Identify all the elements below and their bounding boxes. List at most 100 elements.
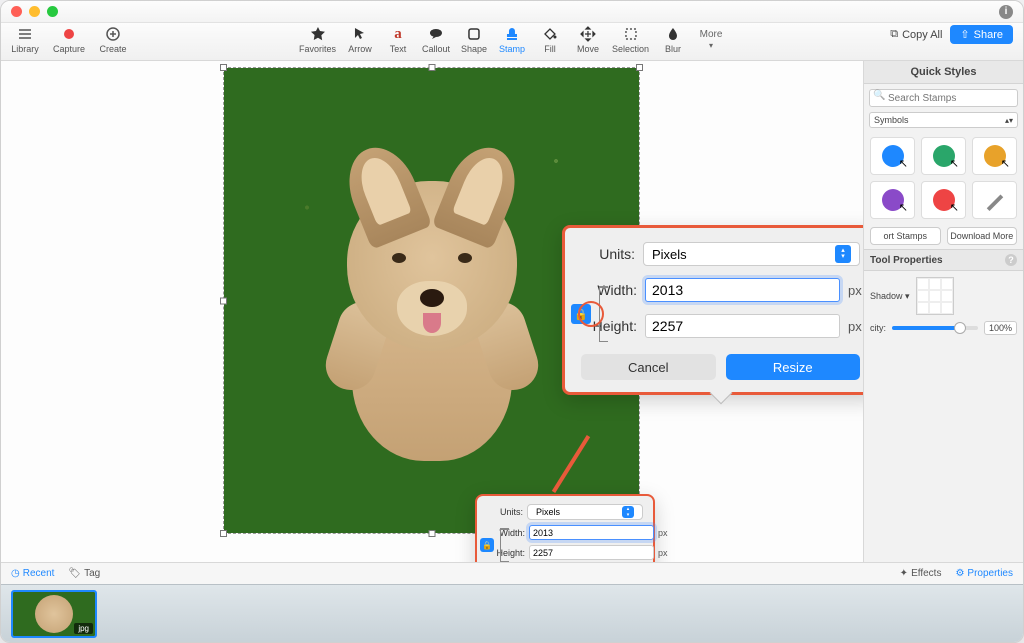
annotation-circle <box>578 301 604 327</box>
shadow-label: Shadow ▾ <box>870 291 910 302</box>
clock-icon: ◷ <box>11 568 20 579</box>
copy-all-button[interactable]: ⧉ Copy All <box>890 28 942 41</box>
tool-properties-header: Tool Properties <box>870 255 943 266</box>
resize-handle[interactable] <box>428 64 435 71</box>
selection-icon <box>622 25 640 43</box>
minimize-window-button[interactable] <box>29 6 40 17</box>
arrow-tool[interactable]: Arrow <box>346 25 374 54</box>
chevron-down-icon: ▾ <box>709 41 713 50</box>
width-input[interactable] <box>645 278 840 302</box>
stamp-label: Stamp <box>499 44 525 54</box>
titlebar: i <box>1 1 1023 23</box>
image-tray: jpg <box>1 584 1023 642</box>
stamp-preset[interactable] <box>972 181 1017 219</box>
fill-tool[interactable]: Fill <box>536 25 564 54</box>
file-extension-badge: jpg <box>74 623 93 634</box>
height-input[interactable] <box>645 314 840 338</box>
opacity-value[interactable]: 100% <box>984 321 1017 335</box>
opacity-slider[interactable] <box>892 326 978 330</box>
dropdown-chevron-icon: ▴▾ <box>622 506 634 518</box>
fill-label: Fill <box>544 44 556 54</box>
resize-popover-zoomed: Units: Pixels ▴▾ 🔒 Width: <box>562 225 863 395</box>
arrow-label: Arrow <box>348 44 372 54</box>
effects-label: Effects <box>911 568 941 579</box>
selection-tool[interactable]: Selection <box>612 25 649 54</box>
stamp-preset[interactable]: ↖ <box>921 181 966 219</box>
width-input[interactable] <box>529 525 654 540</box>
canvas[interactable]: Units: Pixels ▴▾ 🔒 Width: <box>1 61 863 562</box>
units-label: Units: <box>487 507 523 517</box>
shadow-direction-picker[interactable] <box>916 277 954 315</box>
app-window: i Library Capture Create Favorites <box>0 0 1024 643</box>
droplet-icon <box>664 25 682 43</box>
units-dropdown[interactable]: Pixels ▴▾ <box>527 504 643 520</box>
move-tool[interactable]: Move <box>574 25 602 54</box>
width-label: Width: <box>583 282 637 298</box>
properties-button[interactable]: ⚙ Properties <box>955 568 1013 579</box>
lock-aspect-button[interactable]: 🔒 <box>480 538 494 552</box>
recent-button[interactable]: ◷ Recent <box>11 568 54 579</box>
dropdown-chevron-icon: ▴▾ <box>835 245 851 263</box>
resize-handle[interactable] <box>428 530 435 537</box>
share-icon: ⇧ <box>960 28 969 41</box>
copy-icon: ⧉ <box>890 28 898 41</box>
tag-button[interactable]: 🏷 Tag <box>68 568 100 579</box>
main-area: Units: Pixels ▴▾ 🔒 Width: <box>1 61 1023 562</box>
help-icon[interactable]: ? <box>1005 254 1017 266</box>
units-dropdown[interactable]: Pixels ▴▾ <box>643 242 860 266</box>
right-sidebar: Quick Styles Symbols ▴▾ ↖ ↖ ↖ ↖ ↖ ort St… <box>863 61 1023 562</box>
text-a-icon: a <box>389 25 407 43</box>
callout-tool[interactable]: Callout <box>422 25 450 54</box>
px-label: px <box>848 319 863 334</box>
tray-thumbnail[interactable]: jpg <box>11 590 97 638</box>
maximize-window-button[interactable] <box>47 6 58 17</box>
resize-handle[interactable] <box>220 297 227 304</box>
search-stamps-input[interactable] <box>869 89 1018 107</box>
record-icon <box>60 25 78 43</box>
share-button[interactable]: ⇧ Share <box>950 25 1013 44</box>
stamp-preset[interactable]: ↖ <box>921 137 966 175</box>
tag-label: Tag <box>84 568 100 579</box>
stamp-preset[interactable]: ↖ <box>972 137 1017 175</box>
opacity-label: city: <box>870 323 886 333</box>
more-tools[interactable]: More ▾ <box>697 25 725 54</box>
stamp-preset[interactable]: ↖ <box>870 181 915 219</box>
cancel-button[interactable]: Cancel <box>581 354 716 380</box>
stamp-icon <box>503 25 521 43</box>
height-input[interactable] <box>529 545 654 560</box>
create-label: Create <box>100 44 127 54</box>
stamp-tool[interactable]: Stamp <box>498 25 526 54</box>
shape-tool[interactable]: Shape <box>460 25 488 54</box>
favorites-tool[interactable]: Favorites <box>299 25 336 54</box>
sliders-icon: ⚙ <box>955 568 964 579</box>
resize-handle[interactable] <box>220 64 227 71</box>
create-button[interactable]: Create <box>99 25 127 54</box>
text-label: Text <box>390 44 407 54</box>
stamp-preset[interactable]: ↖ <box>870 137 915 175</box>
cursor-icon: ↖ <box>950 201 959 214</box>
library-button[interactable]: Library <box>11 25 39 54</box>
import-stamps-button[interactable]: ort Stamps <box>870 227 941 245</box>
stamp-category-dropdown[interactable]: Symbols ▴▾ <box>869 112 1018 128</box>
share-label: Share <box>974 29 1003 41</box>
library-label: Library <box>11 44 39 54</box>
cursor-icon: ↖ <box>1001 157 1010 170</box>
blur-tool[interactable]: Blur <box>659 25 687 54</box>
info-icon[interactable]: i <box>999 5 1013 19</box>
cursor-icon: ↖ <box>899 201 908 214</box>
resize-handle[interactable] <box>636 64 643 71</box>
move-icon <box>579 25 597 43</box>
effects-button[interactable]: ✦ Effects <box>900 568 942 579</box>
capture-button[interactable]: Capture <box>53 25 85 54</box>
resize-handle[interactable] <box>220 530 227 537</box>
text-tool[interactable]: a Text <box>384 25 412 54</box>
close-window-button[interactable] <box>11 6 22 17</box>
resize-button[interactable]: Resize <box>726 354 861 380</box>
selection-label: Selection <box>612 44 649 54</box>
download-more-button[interactable]: Download More <box>947 227 1018 245</box>
callout-label: Callout <box>422 44 450 54</box>
more-label: More <box>700 29 723 40</box>
wand-icon: ✦ <box>900 568 908 579</box>
recent-label: Recent <box>23 568 55 579</box>
units-value: Pixels <box>652 247 687 262</box>
